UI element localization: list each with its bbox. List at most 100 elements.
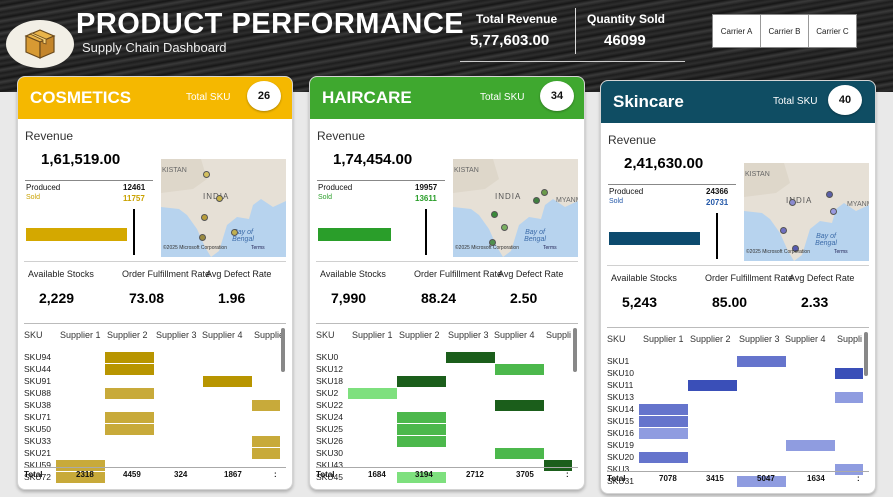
map-marker[interactable] [541, 189, 548, 196]
region-map[interactable]: KISTANINDIABay of BengalMYANM©2025 Micro… [453, 159, 578, 257]
matrix-column-header[interactable]: Supplier 1 [60, 330, 101, 340]
matrix-column-header[interactable]: SKU [607, 334, 626, 344]
revenue-value: 2,41,630.00 [624, 155, 704, 172]
map-credit: ©2025 Microsoft Corporation [163, 245, 227, 251]
map-marker[interactable] [780, 227, 787, 234]
matrix-cell[interactable] [495, 364, 544, 375]
map-terms-link[interactable]: Terms [251, 245, 265, 251]
matrix-cell[interactable] [688, 380, 737, 391]
map-marker[interactable] [199, 234, 206, 241]
matrix-cell[interactable] [495, 400, 544, 411]
map-marker[interactable] [201, 214, 208, 221]
matrix-column-header[interactable]: Supplier 1 [352, 330, 393, 340]
region-map[interactable]: KISTANINDIABay of Bengal©2025 Microsoft … [161, 159, 286, 257]
map-terms-link[interactable]: Terms [543, 245, 557, 251]
matrix-cell[interactable] [835, 392, 863, 403]
matrix-cell[interactable] [835, 368, 863, 379]
matrix-cell[interactable] [446, 352, 495, 363]
matrix-cell[interactable] [639, 416, 688, 427]
matrix-cell[interactable] [105, 412, 154, 423]
sold-bar [318, 228, 391, 241]
matrix-row-label: SKU71 [24, 412, 51, 422]
matrix-column-header[interactable]: Supplier 3 [156, 330, 197, 340]
matrix-row-label: SKU18 [316, 376, 343, 386]
map-marker[interactable] [216, 195, 223, 202]
matrix-scrollbar[interactable] [573, 328, 577, 372]
produced-target-line [133, 209, 135, 255]
total-sku-label: Total SKU [773, 96, 818, 107]
matrix-column-header[interactable]: Supplier 3 [739, 334, 780, 344]
revenue-value: 1,61,519.00 [41, 151, 121, 168]
stat-label: Available Stocks [611, 273, 677, 283]
map-marker[interactable] [826, 191, 833, 198]
matrix-column-header[interactable]: SKU [316, 330, 335, 340]
carrier-b-button[interactable]: Carrier B [761, 15, 809, 47]
matrix-cell[interactable] [495, 448, 544, 459]
matrix-cell[interactable] [397, 376, 446, 387]
matrix-cell[interactable] [397, 436, 446, 447]
matrix-scrollbar[interactable] [281, 328, 285, 372]
matrix-cell[interactable] [639, 428, 688, 439]
map-label-kistan: KISTAN [162, 167, 187, 174]
matrix-cell[interactable] [397, 424, 446, 435]
matrix-column-header[interactable]: Supplier 4 [494, 330, 535, 340]
matrix-cell[interactable] [105, 364, 154, 375]
stat-label: Order Fulfillment Rate [414, 269, 503, 279]
matrix-scrollbar[interactable] [864, 332, 868, 376]
total-value: 1684 [368, 470, 386, 479]
matrix-row-label: SKU24 [316, 412, 343, 422]
supplier-matrix: SKU Supplier 1 Supplier 2 Supplier 3 Supplie… [607, 327, 869, 487]
stat-value: 7,990 [331, 290, 367, 306]
quantity-sold-label: Quantity Sold [587, 12, 665, 26]
matrix-cell[interactable] [786, 440, 835, 451]
total-revenue-label: Total Revenue [476, 12, 558, 26]
matrix-cell[interactable] [737, 356, 786, 367]
matrix-cell[interactable] [397, 412, 446, 423]
matrix-row-label: SKU26 [316, 436, 343, 446]
matrix-cell[interactable] [105, 424, 154, 435]
map-marker[interactable] [830, 208, 837, 215]
sold-bar [609, 232, 700, 245]
matrix-column-header[interactable]: Supplier 2 [399, 330, 440, 340]
page-title: PRODUCT PERFORMANCE [76, 8, 465, 40]
carrier-c-button[interactable]: Carrier C [809, 15, 856, 47]
stat-value: 85.00 [712, 294, 748, 310]
map-terms-link[interactable]: Terms [834, 249, 848, 255]
matrix-cell[interactable] [105, 388, 154, 399]
matrix-cell[interactable] [348, 388, 397, 399]
matrix-cell[interactable] [252, 448, 280, 459]
matrix-column-header[interactable]: Supplier 2 [107, 330, 148, 340]
matrix-column-header[interactable]: SKU [24, 330, 43, 340]
stat-value: 2.50 [510, 290, 538, 306]
matrix-column-header[interactable]: Supplier 4 [785, 334, 826, 344]
matrix-cell[interactable] [639, 404, 688, 415]
matrix-column-header[interactable]: Supplie [254, 330, 284, 340]
matrix-cell[interactable] [639, 452, 688, 463]
map-marker[interactable] [203, 171, 210, 178]
map-marker[interactable] [231, 229, 238, 236]
matrix-column-header[interactable]: Supplier 3 [448, 330, 489, 340]
matrix-column-header[interactable]: Suppli [837, 334, 862, 344]
map-label-bay: Bay of Bengal [232, 229, 254, 243]
region-map[interactable]: KISTANINDIABay of BengalMYANM©2025 Micro… [744, 163, 869, 261]
total-value: 3194 [415, 470, 433, 479]
matrix-row-label: SKU19 [607, 440, 634, 450]
produced-value: 19957 [415, 183, 438, 192]
map-marker[interactable] [789, 199, 796, 206]
matrix-cell[interactable] [252, 436, 280, 447]
produced-value: 24366 [706, 187, 729, 196]
matrix-column-header[interactable]: Supplier 1 [643, 334, 684, 344]
map-label-myanmar: MYANM [556, 197, 578, 204]
carrier-a-button[interactable]: Carrier A [713, 15, 761, 47]
matrix-column-header[interactable]: Supplier 2 [690, 334, 731, 344]
matrix-total-row: Total 1684 3194 2712 3705: [316, 467, 578, 481]
matrix-column-header[interactable]: Suppli [546, 330, 571, 340]
matrix-cell[interactable] [252, 400, 280, 411]
matrix-cell[interactable] [105, 352, 154, 363]
map-marker[interactable] [501, 224, 508, 231]
matrix-column-header[interactable]: Supplier 4 [202, 330, 243, 340]
matrix-cell[interactable] [203, 376, 252, 387]
map-marker[interactable] [533, 197, 540, 204]
card-header: COSMETICS Total SKU 26 [18, 77, 292, 119]
map-marker[interactable] [491, 211, 498, 218]
